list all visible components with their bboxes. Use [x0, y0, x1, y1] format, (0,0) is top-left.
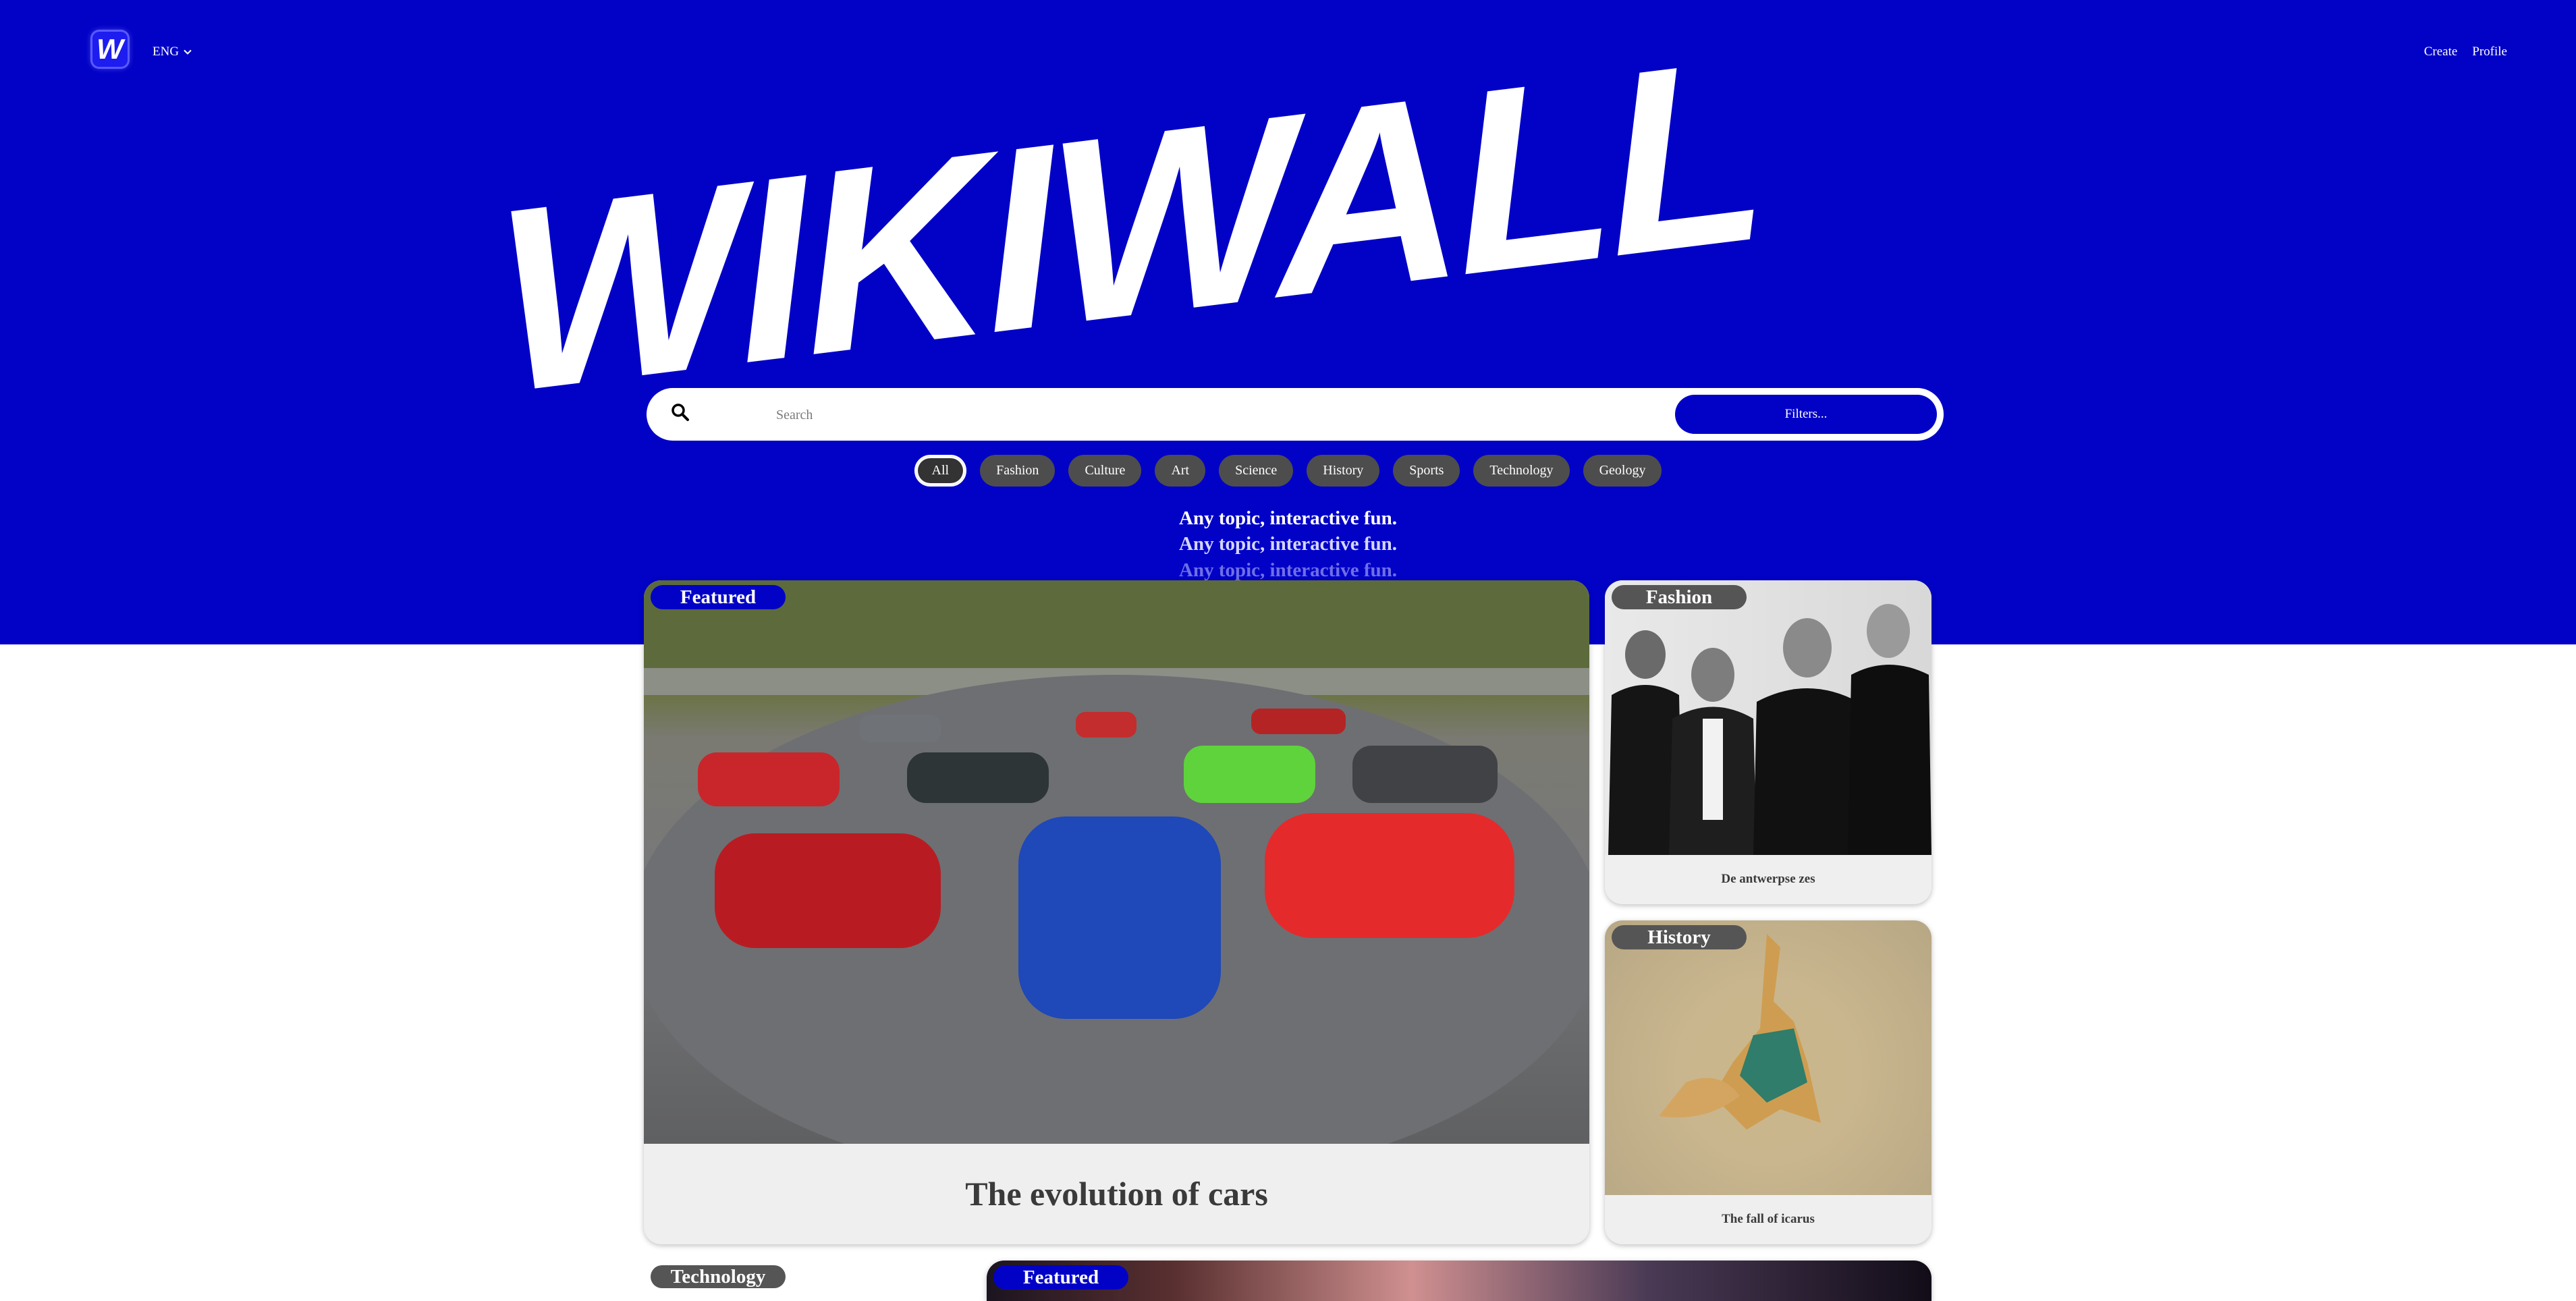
tagline: Any topic, interactive fun.: [1179, 507, 1397, 529]
search-bar: Filters...: [647, 388, 1944, 441]
featured-article-card[interactable]: Featured The evolution of cars: [644, 580, 1589, 1244]
hero-banner: W ENG Create Profile WIKIWALL Filters...…: [0, 0, 2576, 644]
technology-badge[interactable]: Technology: [651, 1265, 786, 1288]
category-chip-all[interactable]: All: [914, 455, 967, 487]
cars-illustration: [644, 580, 1589, 1144]
fashion-article-card[interactable]: Fashion De antwerpse zes: [1605, 580, 1931, 904]
cars-image: [644, 580, 1589, 1144]
featured-article-card-2[interactable]: Featured: [987, 1261, 1931, 1301]
category-chip-technology[interactable]: Technology: [1473, 455, 1570, 487]
category-chip-science[interactable]: Science: [1219, 455, 1294, 487]
top-navigation: Create Profile: [2424, 45, 2507, 59]
category-chip-art[interactable]: Art: [1155, 455, 1206, 487]
history-illustration: [1659, 934, 1821, 1130]
search-input[interactable]: [775, 397, 1587, 433]
filters-button[interactable]: Filters...: [1675, 395, 1937, 434]
language-label: ENG: [153, 45, 180, 59]
category-chips: All Fashion Culture Art Science History Sports…: [0, 455, 2576, 487]
category-chip-sports[interactable]: Sports: [1393, 455, 1460, 487]
category-chip-fashion[interactable]: Fashion: [980, 455, 1056, 487]
tagline: Any topic, interactive fun.: [1179, 559, 1397, 581]
fashion-image: [1605, 580, 1931, 855]
tagline: Any topic, interactive fun.: [1179, 533, 1397, 555]
concert-image: [987, 1261, 1931, 1301]
create-link[interactable]: Create: [2424, 45, 2458, 59]
card-title: The evolution of cars: [965, 1175, 1268, 1213]
history-image: [1605, 920, 1931, 1195]
history-article-card[interactable]: History The fall of icarus: [1605, 920, 1931, 1244]
card-title: De antwerpse zes: [1721, 872, 1815, 886]
search-icon[interactable]: [669, 402, 691, 423]
category-chip-culture[interactable]: Culture: [1068, 455, 1142, 487]
profile-link[interactable]: Profile: [2472, 45, 2507, 59]
featured-badge: Featured: [993, 1265, 1128, 1290]
language-selector[interactable]: ENG: [153, 45, 192, 59]
featured-badge: Featured: [651, 585, 786, 609]
chevron-down-icon: [184, 49, 192, 55]
category-chip-geology[interactable]: Geology: [1583, 455, 1662, 487]
fashion-badge: Fashion: [1612, 585, 1747, 609]
category-chip-history[interactable]: History: [1307, 455, 1380, 487]
card-title: The fall of icarus: [1722, 1212, 1815, 1226]
hero-title: WIKIWALL: [488, 2, 1770, 447]
fashion-illustration: [1608, 604, 1931, 855]
history-badge: History: [1612, 925, 1747, 949]
wikiwall-logo[interactable]: W: [92, 32, 128, 67]
logo-letter: W: [97, 33, 124, 65]
